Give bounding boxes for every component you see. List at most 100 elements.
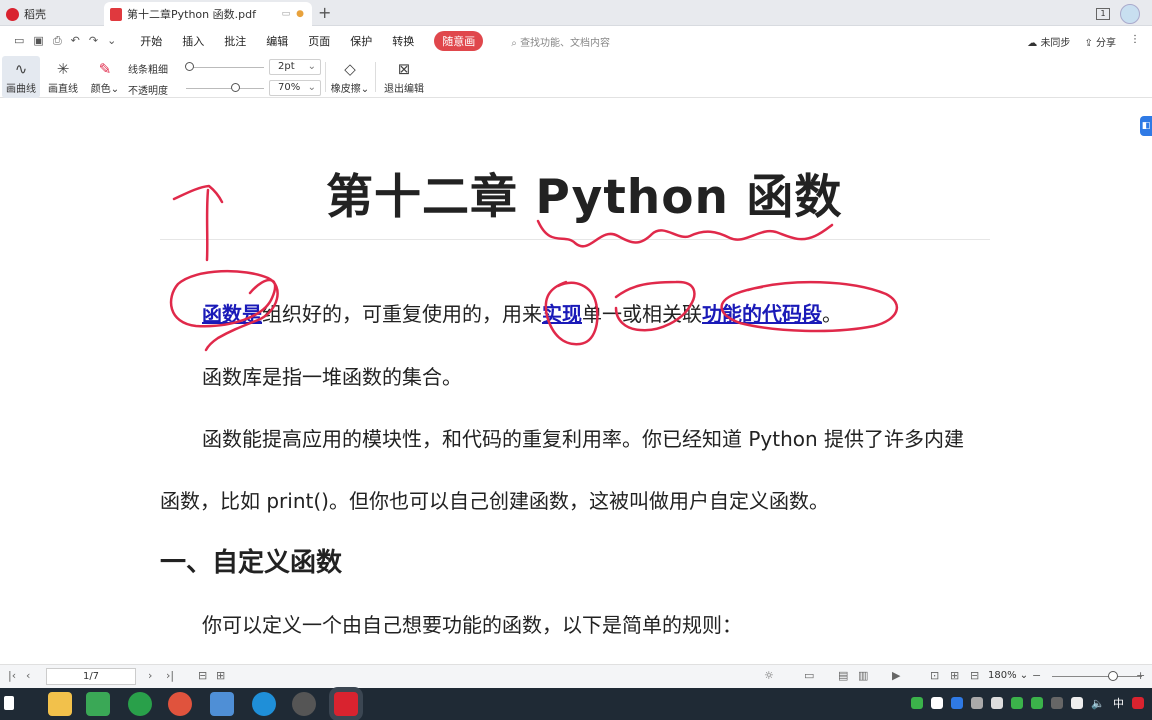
remote-desktop-icon[interactable] bbox=[210, 692, 234, 716]
network-icon[interactable] bbox=[1071, 697, 1084, 709]
menu-protect[interactable]: 保护 bbox=[350, 33, 372, 49]
menu-annotate[interactable]: 批注 bbox=[224, 33, 246, 49]
file-explorer-icon[interactable] bbox=[48, 692, 72, 716]
zoom-slider[interactable] bbox=[1052, 676, 1142, 677]
thickness-select[interactable]: 2pt ⌄ bbox=[269, 59, 321, 75]
color-button[interactable]: ✎ 颜色⌄ bbox=[88, 56, 122, 98]
menu-start[interactable]: 开始 bbox=[140, 33, 162, 49]
opacity-slider[interactable] bbox=[186, 88, 264, 89]
first-page-icon[interactable]: |‹ bbox=[8, 669, 16, 682]
exit-edit-label: 退出编辑 bbox=[384, 84, 424, 95]
chevron-down-icon: ⌄ bbox=[307, 61, 316, 72]
menu-bar: ▭ ▣ ⎙ ↶ ↷ ⌄ 开始 插入 批注 编辑 页面 保护 转换 随意画 ⌕ 查… bbox=[0, 26, 1152, 56]
menu-convert[interactable]: 转换 bbox=[392, 33, 414, 49]
tray-app-icon[interactable] bbox=[911, 697, 924, 709]
opacity-label: 不透明度 bbox=[128, 86, 168, 97]
window-count-icon[interactable]: 1 bbox=[1096, 8, 1110, 20]
tray-green-2-icon[interactable] bbox=[1031, 697, 1044, 709]
menu-right: ☁ 未同步 ⇪ 分享 ⋮ bbox=[1027, 34, 1140, 49]
double-page-icon[interactable]: ▥ bbox=[858, 669, 868, 682]
ink-annotations[interactable] bbox=[0, 98, 1152, 664]
exit-edit-button[interactable]: ⊠ 退出编辑 bbox=[382, 56, 426, 98]
ime-indicator[interactable]: 中 bbox=[1113, 695, 1124, 711]
play-icon[interactable]: ▶ bbox=[892, 669, 900, 682]
eraser-icon: ◇ bbox=[344, 60, 356, 78]
divider bbox=[375, 62, 376, 92]
opacity-slider-handle[interactable] bbox=[231, 83, 240, 92]
thickness-slider[interactable] bbox=[186, 67, 264, 68]
volume-icon[interactable]: 🔈 bbox=[1091, 697, 1105, 710]
avatar[interactable] bbox=[1120, 4, 1140, 24]
ink-loop-single bbox=[614, 280, 696, 332]
edge-icon[interactable] bbox=[252, 692, 276, 716]
antivirus-icon[interactable] bbox=[1132, 697, 1144, 709]
draw-line-button[interactable]: ✳ 画直线 bbox=[44, 56, 82, 98]
media-player-icon[interactable] bbox=[86, 692, 110, 716]
wechat-icon[interactable] bbox=[931, 697, 944, 709]
sync-button[interactable]: ☁ 未同步 bbox=[1027, 34, 1070, 49]
more-icon[interactable]: ⌄ bbox=[107, 34, 116, 48]
fit-width-icon[interactable]: ⊡ bbox=[930, 669, 939, 682]
bluetooth-icon[interactable] bbox=[951, 697, 964, 709]
zoom-level[interactable]: 180% ⌄ bbox=[988, 670, 1028, 681]
chrome-icon[interactable] bbox=[168, 692, 192, 716]
save-icon[interactable]: ▣ bbox=[33, 34, 43, 48]
share-button[interactable]: ⇪ 分享 bbox=[1084, 34, 1116, 49]
tab-document-label: 第十二章Python 函数.pdf bbox=[127, 8, 256, 21]
tray-green-icon[interactable] bbox=[1011, 697, 1024, 709]
quick-access: ▭ ▣ ⎙ ↶ ↷ ⌄ bbox=[14, 34, 116, 48]
thickness-label: 线条粗细 bbox=[128, 65, 168, 76]
menu-freehand[interactable]: 随意画 bbox=[434, 31, 484, 51]
tray-icon[interactable] bbox=[971, 697, 984, 709]
zoom-slider-handle[interactable] bbox=[1108, 671, 1118, 681]
eraser-button[interactable]: ◇ 橡皮擦⌄ bbox=[330, 56, 370, 98]
windows-start-icon[interactable] bbox=[4, 696, 14, 710]
redo-icon[interactable]: ↷ bbox=[89, 34, 98, 48]
zoom-out-icon[interactable]: − bbox=[1032, 669, 1041, 682]
system-tray: 🔈 中 bbox=[911, 695, 1144, 711]
menu-insert[interactable]: 插入 bbox=[182, 33, 204, 49]
next-page-icon[interactable]: › bbox=[148, 669, 152, 682]
wps-pdf-icon[interactable] bbox=[334, 692, 358, 716]
single-page-icon[interactable]: ▭ bbox=[804, 669, 814, 682]
print-icon[interactable]: ⎙ bbox=[53, 34, 62, 48]
tray-box-icon[interactable] bbox=[1051, 697, 1064, 709]
app-circle-icon[interactable] bbox=[128, 692, 152, 716]
pdf-file-icon bbox=[110, 7, 122, 21]
ink-arrow-shaft bbox=[205, 188, 210, 262]
tab-document[interactable]: 第十二章Python 函数.pdf ▭ ● bbox=[104, 2, 312, 26]
obs-icon[interactable] bbox=[292, 692, 316, 716]
usb-icon[interactable] bbox=[991, 697, 1004, 709]
ink-circle-code-segment bbox=[720, 280, 899, 333]
draw-curve-button[interactable]: ∿ 画曲线 bbox=[2, 56, 40, 98]
last-page-icon[interactable]: ›| bbox=[166, 669, 174, 682]
ink-arrow-head bbox=[172, 184, 224, 204]
tab-home[interactable]: 稻壳 bbox=[0, 2, 100, 26]
thickness-slider-handle[interactable] bbox=[185, 62, 194, 71]
zoom-in-icon[interactable]: + bbox=[1136, 669, 1145, 682]
document-canvas[interactable]: ◧ 第十二章 Python 函数 函数是组织好的，可重复使用的，用来实现单一或相… bbox=[0, 98, 1152, 664]
docer-logo-icon bbox=[6, 7, 19, 21]
back-icon[interactable]: ⊟ bbox=[198, 669, 207, 682]
undo-icon[interactable]: ↶ bbox=[71, 34, 80, 48]
search-placeholder: 查找功能、文档内容 bbox=[520, 37, 611, 49]
more-options-icon[interactable]: ⋮ bbox=[1130, 34, 1140, 49]
fit-page-icon[interactable]: ⊞ bbox=[950, 669, 959, 682]
ink-circle-implement bbox=[544, 280, 599, 346]
menu-page[interactable]: 页面 bbox=[308, 33, 330, 49]
taskbar: 🔈 中 bbox=[0, 688, 1152, 720]
actual-size-icon[interactable]: ⊟ bbox=[970, 669, 979, 682]
search-box[interactable]: ⌕ 查找功能、文档内容 bbox=[511, 34, 610, 49]
new-tab-button[interactable]: + bbox=[318, 3, 331, 22]
eye-protect-icon[interactable]: ☼ bbox=[764, 669, 774, 682]
ink-circle-function-is bbox=[169, 269, 279, 352]
draw-line-label: 画直线 bbox=[48, 84, 78, 95]
draw-toolbar: ∿ 画曲线 ✳ 画直线 ✎ 颜色⌄ 线条粗细 不透明度 2pt ⌄ 70% ⌄ ◇ … bbox=[0, 56, 1152, 98]
open-icon[interactable]: ▭ bbox=[14, 34, 24, 48]
opacity-select[interactable]: 70% ⌄ bbox=[269, 80, 321, 96]
continuous-page-icon[interactable]: ▤ bbox=[838, 669, 848, 682]
menu-edit[interactable]: 编辑 bbox=[266, 33, 288, 49]
page-number-input[interactable]: 1/7 bbox=[46, 668, 136, 685]
prev-page-icon[interactable]: ‹ bbox=[26, 669, 30, 682]
forward-icon[interactable]: ⊞ bbox=[216, 669, 225, 682]
